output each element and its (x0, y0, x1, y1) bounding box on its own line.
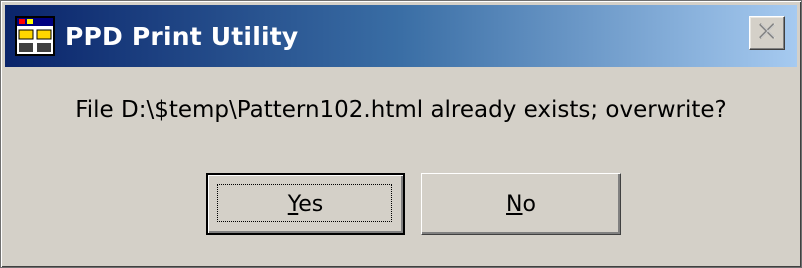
dialog-message: File D:\$temp\Pattern102.html already ex… (75, 97, 727, 123)
message-dialog: PPD Print Utility File D:\$temp\Pattern1… (0, 0, 802, 268)
window-title: PPD Print Utility (65, 21, 299, 51)
yes-button[interactable]: Yes (206, 173, 405, 235)
application-window-icon (15, 16, 55, 56)
title-bar[interactable]: PPD Print Utility (5, 5, 797, 67)
close-button[interactable] (749, 16, 785, 50)
no-button-label: No (506, 191, 536, 217)
yes-button-label: Yes (287, 191, 324, 217)
no-button[interactable]: No (421, 173, 621, 235)
close-x-icon (757, 22, 777, 44)
